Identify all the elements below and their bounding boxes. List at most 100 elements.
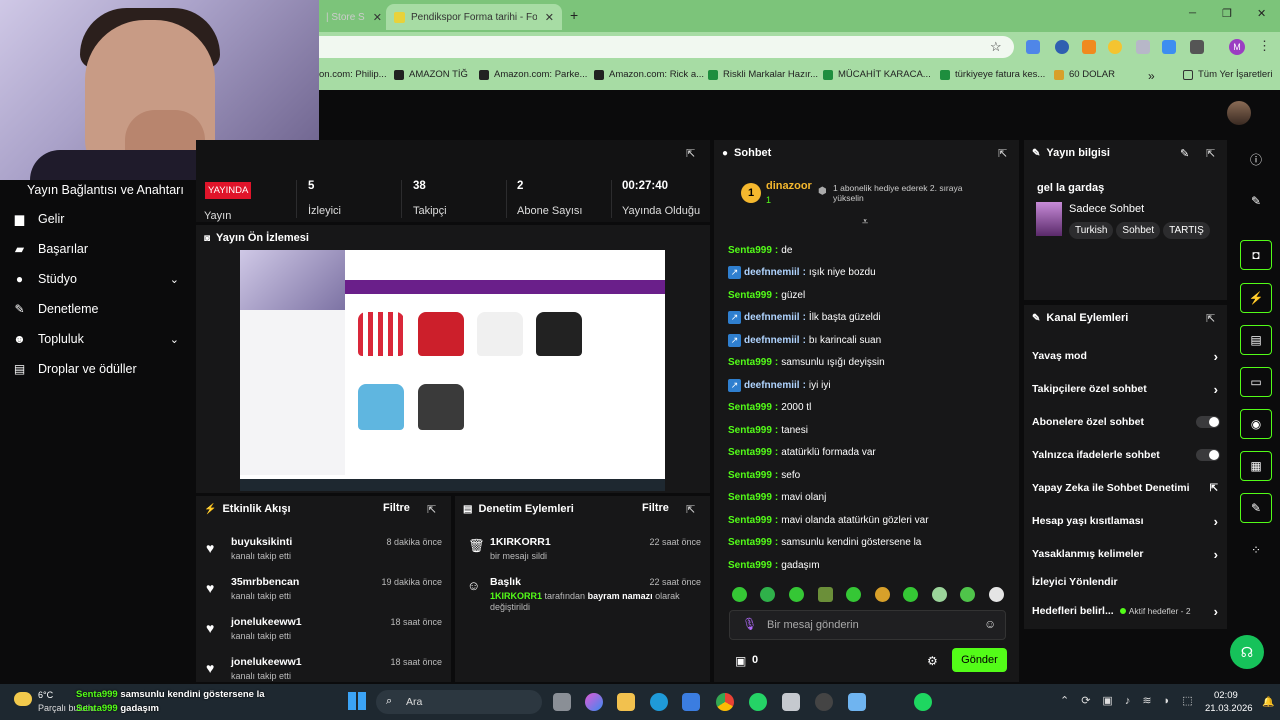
task-view-icon[interactable] bbox=[553, 693, 571, 711]
chat-username[interactable]: deefnnemiil bbox=[744, 380, 800, 391]
camera-scan-icon[interactable]: ◘ bbox=[1240, 240, 1272, 270]
app-icon[interactable] bbox=[782, 693, 800, 711]
sidebar-title[interactable]: Yayın Bağlantısı ve Anahtarı bbox=[27, 183, 184, 197]
sidebar-item-drops[interactable]: ▤ Droplar ve ödüller bbox=[13, 357, 183, 381]
support-headset-icon[interactable]: ☊ bbox=[1230, 635, 1264, 669]
clock-date[interactable]: 21.03.2026 bbox=[1205, 703, 1253, 714]
chat-settings-icon[interactable]: ⚙ bbox=[927, 654, 938, 668]
extension-icon[interactable] bbox=[1055, 40, 1069, 54]
bookmark-item[interactable]: Amazon.com: Rick a... bbox=[594, 69, 704, 80]
chat-username[interactable]: Senta999 bbox=[728, 470, 772, 481]
browser-tab[interactable]: | Store S ✕ bbox=[318, 4, 386, 30]
edit-icon[interactable]: ✎ bbox=[1240, 186, 1272, 216]
taskbar-search[interactable]: ⌕ Ara bbox=[376, 690, 542, 714]
bookmark-item[interactable]: AMAZON TİĞ bbox=[394, 69, 468, 80]
expand-icon[interactable]: ⇱ bbox=[1206, 312, 1215, 325]
chrome-icon[interactable] bbox=[716, 693, 734, 711]
send-button[interactable]: Gönder bbox=[952, 648, 1007, 672]
chat-username[interactable]: Senta999 bbox=[728, 357, 772, 368]
profile-avatar[interactable]: M bbox=[1229, 39, 1245, 55]
new-tab-button[interactable]: + bbox=[570, 7, 578, 23]
subscribers-only-toggle[interactable] bbox=[1196, 416, 1220, 428]
feed-username[interactable]: buyuksikinti bbox=[231, 536, 292, 548]
extension-icon[interactable] bbox=[1082, 40, 1096, 54]
minimize-button[interactable]: ─ bbox=[1189, 8, 1196, 19]
feed-username[interactable]: jonelukeeww1 bbox=[231, 616, 302, 628]
extension-icon[interactable] bbox=[1136, 40, 1150, 54]
bookmark-item[interactable]: 60 DOLAR bbox=[1054, 69, 1115, 80]
chat-username[interactable]: deefnnemiil bbox=[744, 267, 800, 278]
emote-icon[interactable] bbox=[732, 587, 747, 602]
notification-icon[interactable]: 🔔 bbox=[1262, 697, 1274, 708]
chat-filter-icon[interactable]: ⩡ bbox=[862, 216, 868, 229]
store-icon[interactable] bbox=[682, 693, 700, 711]
channel-points-icon[interactable]: ▣ bbox=[735, 654, 746, 668]
extension-icon[interactable] bbox=[1162, 40, 1176, 54]
action-goals[interactable]: Hedefleri belirl... Aktif hedefler - 2 › bbox=[1032, 602, 1220, 620]
bookmarks-overflow-button[interactable]: » bbox=[1148, 69, 1155, 83]
edit-icon[interactable]: ✎ bbox=[1180, 147, 1189, 160]
sidebar-item-achievements[interactable]: ▰ Başarılar bbox=[13, 237, 183, 261]
bookmark-star-icon[interactable]: ☆ bbox=[990, 39, 1002, 55]
emotes-only-toggle[interactable] bbox=[1196, 449, 1220, 461]
chat-username[interactable]: Senta999 bbox=[728, 447, 772, 458]
widgets-icon[interactable]: ⁘ bbox=[1240, 535, 1272, 565]
microphone-icon[interactable]: 🎙 bbox=[742, 617, 757, 631]
expand-icon[interactable]: ⇱ bbox=[1206, 147, 1215, 160]
sidebar-item-studio[interactable]: ● Stüdyo ⌄ bbox=[13, 267, 183, 291]
expand-icon[interactable]: ⇱ bbox=[686, 147, 695, 160]
browser-tab-active[interactable]: Pendikspor Forma tarihi - Footb ✕ bbox=[386, 4, 562, 30]
mod-actor[interactable]: 1KIRKORR1 bbox=[490, 591, 542, 601]
action-slow-mode[interactable]: Yavaş mod › bbox=[1032, 347, 1220, 365]
notepad-icon[interactable] bbox=[848, 693, 866, 711]
windows-start-icon[interactable] bbox=[348, 692, 366, 710]
emoji-icon[interactable]: ☺ bbox=[984, 617, 996, 631]
browser-menu-icon[interactable]: ⋮ bbox=[1258, 38, 1271, 54]
address-bar[interactable] bbox=[300, 36, 1014, 58]
chat-username[interactable]: Senta999 bbox=[728, 402, 772, 413]
feed-username[interactable]: jonelukeeww1 bbox=[231, 656, 302, 668]
feed-username[interactable]: 35mrbbencan bbox=[231, 576, 299, 588]
bookmark-item[interactable]: türkiyeye fatura kes... bbox=[940, 69, 1045, 80]
emote-icon[interactable] bbox=[789, 587, 804, 602]
chat-username[interactable]: Senta999 bbox=[728, 560, 772, 571]
chat-username[interactable]: deefnnemiil bbox=[744, 312, 800, 323]
expand-icon[interactable]: ⇱ bbox=[686, 503, 695, 516]
sidebar-item-moderation[interactable]: ✎ Denetleme bbox=[13, 297, 183, 321]
emote-icon[interactable] bbox=[960, 587, 975, 602]
all-bookmarks-button[interactable]: Tüm Yer İşaretleri bbox=[1183, 69, 1272, 80]
chat-username[interactable]: Senta999 bbox=[728, 492, 772, 503]
bookmark-item[interactable]: Amazon.com: Parke... bbox=[479, 69, 587, 80]
emote-icon[interactable] bbox=[818, 587, 833, 602]
chat-username[interactable]: Senta999 bbox=[728, 425, 772, 436]
action-account-age[interactable]: Hesap yaşı kısıtlaması › bbox=[1032, 512, 1220, 530]
bookmark-item[interactable]: Riskli Markalar Hazır... bbox=[708, 69, 818, 80]
close-tab-icon[interactable]: ✕ bbox=[373, 11, 382, 24]
whatsapp-icon[interactable] bbox=[749, 693, 767, 711]
layout-icon[interactable]: ▦ bbox=[1240, 451, 1272, 481]
sidebar-item-community[interactable]: ☻ Topluluk ⌄ bbox=[13, 327, 183, 351]
extension-icon[interactable] bbox=[1108, 40, 1122, 54]
weather-temp[interactable]: 6°C bbox=[38, 690, 53, 700]
tag[interactable]: Turkish bbox=[1069, 222, 1114, 239]
document-icon[interactable]: ▤ bbox=[1240, 325, 1272, 355]
chat-username[interactable]: Senta999 bbox=[728, 515, 772, 526]
chat-username[interactable]: Senta999 bbox=[728, 537, 772, 548]
emote-icon[interactable] bbox=[846, 587, 861, 602]
tray-icons[interactable]: ⌃⟳▣♪≋◗⬚ bbox=[1060, 694, 1205, 707]
maximize-button[interactable]: ❐ bbox=[1222, 7, 1232, 20]
emote-icon[interactable] bbox=[760, 587, 775, 602]
chat-icon[interactable]: ▭ bbox=[1240, 367, 1272, 397]
emote-icon[interactable] bbox=[875, 587, 890, 602]
wrench-icon[interactable]: ✎ bbox=[1240, 493, 1272, 523]
emote-icon[interactable] bbox=[903, 587, 918, 602]
sidebar-item-revenue[interactable]: ▆ Gelir bbox=[13, 207, 183, 231]
broadcast-icon[interactable]: ◉ bbox=[1240, 409, 1272, 439]
action-ai-moderation[interactable]: Yapay Zeka ile Sohbet Denetimi ⇱ bbox=[1032, 479, 1220, 497]
info-icon[interactable]: ⓘ bbox=[1240, 144, 1272, 174]
translate-extension-icon[interactable] bbox=[1026, 40, 1040, 54]
category-name[interactable]: Sadece Sohbet bbox=[1069, 203, 1144, 215]
chat-input[interactable]: 🎙 Bir mesaj gönderin ☺ bbox=[729, 610, 1006, 640]
filter-button[interactable]: Filtre bbox=[642, 502, 669, 514]
file-explorer-icon[interactable] bbox=[617, 693, 635, 711]
